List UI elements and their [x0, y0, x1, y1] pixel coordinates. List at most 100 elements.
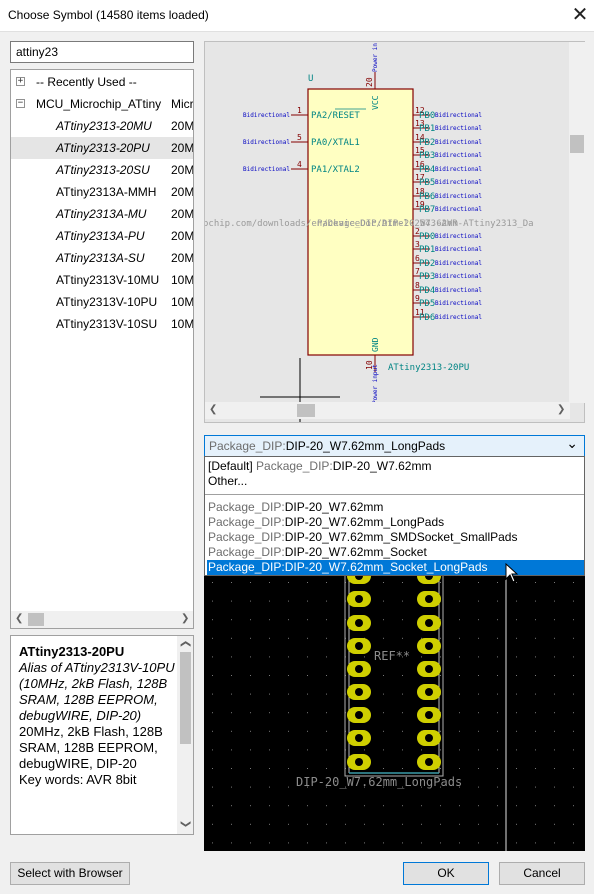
tree-recently-used[interactable]: + -- Recently Used --: [11, 71, 193, 93]
tree-item[interactable]: ATtiny2313V-10SU 10M: [11, 313, 193, 335]
tree-item-desc: 20M: [171, 163, 193, 177]
info-vscroll-thumb[interactable]: [180, 652, 191, 744]
value-label: ATtiny2313-20PU: [388, 363, 469, 373]
dropdown-option[interactable]: Package_DIP:DIP-20_W7.62mm_LongPads: [207, 515, 584, 530]
tree-item[interactable]: ATtiny2313-20MU 20M: [11, 115, 193, 137]
grid-dot: [269, 823, 270, 825]
grid-dot: [269, 768, 270, 769]
tree-item[interactable]: ATtiny2313-20SU 20M: [11, 159, 193, 181]
tree-item-desc: 20M: [171, 207, 193, 221]
preview-vscroll-thumb[interactable]: [570, 135, 584, 153]
grid-dot: [212, 842, 213, 844]
grid-dot: [383, 842, 384, 844]
grid-dot: [307, 768, 308, 769]
scroll-down-icon[interactable]: ❯: [179, 820, 191, 828]
dropdown-option[interactable]: Package_DIP:DIP-20_W7.62mm_SMDSocket_Sma…: [207, 530, 584, 545]
grid-dot: [478, 823, 479, 825]
grid-dot: [383, 823, 384, 825]
tree-item[interactable]: ATtiny2313A-SU 20M: [11, 247, 193, 269]
grid-dot: [288, 823, 289, 825]
grid-dot: [554, 619, 555, 621]
dropdown-option[interactable]: Other...: [207, 474, 584, 489]
tree-item-desc: 20M: [171, 185, 193, 199]
grid-dot: [497, 637, 498, 639]
grid-dot: [478, 637, 479, 639]
bidirectional-label: Bidirectional: [435, 206, 482, 213]
grid-dot: [402, 637, 403, 639]
pad-hole: [355, 595, 363, 603]
option-lib: Package_DIP:: [208, 545, 285, 559]
dropdown-option[interactable]: Package_DIP:DIP-20_W7.62mm_Socket: [207, 545, 584, 560]
grid-dot: [212, 600, 213, 602]
combo-value: DIP-20_W7.62mm_LongPads: [285, 439, 446, 453]
select-with-browser-button[interactable]: Select with Browser: [10, 862, 130, 885]
cancel-button[interactable]: Cancel: [499, 862, 585, 885]
preview-hscroll-thumb[interactable]: [297, 404, 315, 417]
grid-dot: [269, 786, 270, 788]
preview-vscrollbar[interactable]: [569, 42, 585, 403]
tree-item[interactable]: ATtiny2313A-PU 20M: [11, 225, 193, 247]
pad-hole: [355, 642, 363, 650]
grid-dot: [497, 619, 498, 621]
scroll-up-icon[interactable]: ❮: [179, 640, 191, 648]
tree-item[interactable]: ATtiny2313A-MU 20M: [11, 203, 193, 225]
grid-dot: [440, 637, 441, 639]
grid-dot: [478, 730, 479, 732]
tree-item[interactable]: ATtiny2313-20PU 20M: [11, 137, 193, 159]
dropdown-option[interactable]: Package_DIP:DIP-20_W7.62mm_Socket_LongPa…: [207, 560, 584, 575]
grid-dot: [288, 656, 289, 658]
grid-dot: [535, 582, 536, 583]
grid-dot: [250, 582, 251, 583]
grid-dot: [440, 749, 441, 751]
preview-hscrollbar[interactable]: ❮ ❯: [205, 402, 570, 419]
tree-item[interactable]: ATtiny2313V-10PU 10M: [11, 291, 193, 313]
dropdown-option[interactable]: Package_DIP:DIP-20_W7.62mm: [207, 500, 584, 515]
grid-dot: [516, 768, 517, 769]
tree-hscroll-thumb[interactable]: [28, 613, 44, 626]
grid-dot: [269, 693, 270, 695]
expand-icon[interactable]: +: [16, 77, 25, 86]
ok-button[interactable]: OK: [403, 862, 489, 885]
tree-item[interactable]: ATtiny2313A-MMH 20M: [11, 181, 193, 203]
tree-library[interactable]: − MCU_Microchip_ATtiny Micr: [11, 93, 193, 115]
bidirectional-label: Bidirectional: [435, 193, 482, 200]
pad-hole: [355, 734, 363, 742]
collapse-icon[interactable]: −: [16, 99, 25, 108]
bidirectional-label: Bidirectional: [435, 314, 482, 321]
grid-dot: [250, 637, 251, 639]
symbol-tree[interactable]: + -- Recently Used -- − MCU_Microchip_AT…: [10, 69, 194, 629]
dropdown-option[interactable]: [Default] Package_DIP:DIP-20_W7.62mm: [207, 459, 584, 474]
scroll-left-icon[interactable]: ❮: [15, 613, 23, 625]
grid-dot: [345, 823, 346, 825]
info-alias: Alias of ATtiny2313V-10PU (10MHz, 2kB Fl…: [19, 660, 175, 723]
grid-dot: [573, 823, 574, 825]
left-pin-num: 1: [297, 106, 302, 115]
chevron-down-icon[interactable]: ⌄: [566, 436, 578, 451]
scroll-right-icon[interactable]: ❯: [181, 613, 189, 625]
tree-item-name: ATtiny2313A-SU: [56, 251, 145, 265]
tree-item-name: ATtiny2313-20SU: [56, 163, 150, 177]
power-input-label: Power input: [372, 364, 379, 404]
grid-dot: [288, 786, 289, 788]
footprint-dropdown[interactable]: [Default] Package_DIP:DIP-20_W7.62mm Othe…: [204, 456, 585, 576]
search-input[interactable]: attiny23: [10, 41, 194, 63]
footprint-select[interactable]: Package_DIP:DIP-20_W7.62mm_LongPads ⌄: [204, 435, 585, 457]
scroll-right-icon[interactable]: ❯: [557, 404, 565, 416]
grid-dot: [383, 619, 384, 621]
scroll-left-icon[interactable]: ❮: [209, 404, 217, 416]
footprint-canvas: REF** DIP-20_W7.62mm_LongPads: [212, 576, 574, 851]
close-icon[interactable]: ✕: [566, 2, 594, 30]
grid-dot: [326, 656, 327, 658]
grid-dot: [326, 712, 327, 714]
bidirectional-label: Bidirectional: [435, 139, 482, 146]
bidirectional-label: Bidirectional: [435, 260, 482, 267]
grid-dot: [459, 637, 460, 639]
grid-dot: [440, 842, 441, 844]
grid-dot: [402, 619, 403, 621]
grid-dot: [231, 582, 232, 583]
grid-dot: [516, 619, 517, 621]
grid-dot: [326, 842, 327, 844]
grid-dot: [307, 675, 308, 676]
tree-item[interactable]: ATtiny2313V-10MU 10M: [11, 269, 193, 291]
grid-dot: [288, 619, 289, 621]
